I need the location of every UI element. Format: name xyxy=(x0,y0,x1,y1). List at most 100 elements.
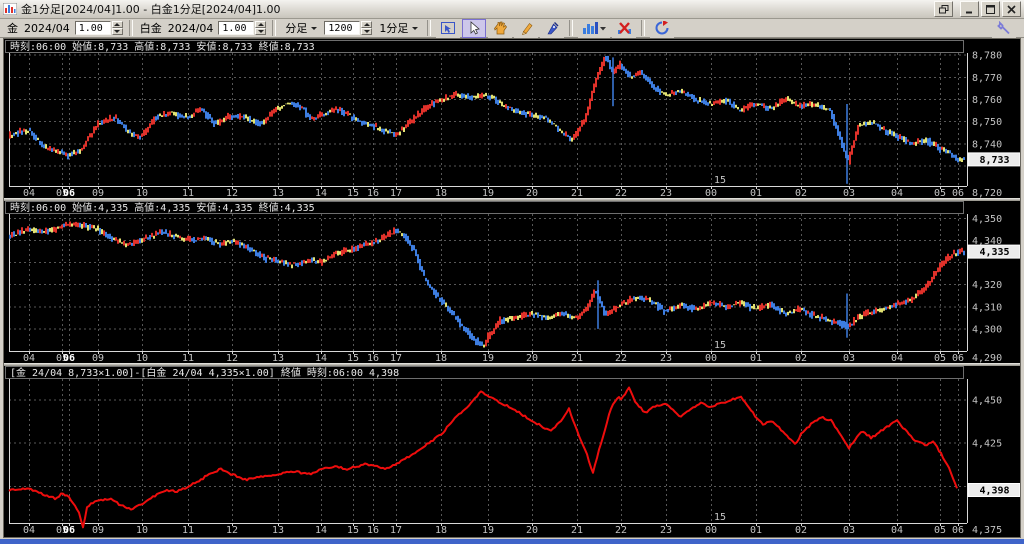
bar-count-up-button[interactable] xyxy=(361,21,372,28)
svg-text:11: 11 xyxy=(182,188,194,198)
svg-text:11: 11 xyxy=(182,353,194,363)
maximize-button[interactable] xyxy=(981,1,1000,17)
platinum-candlestick-chart[interactable]: 時刻:06:00 始値:4,335 高値:4,335 安値:4,335 終値:4… xyxy=(4,201,1020,363)
toolbar-separator xyxy=(129,20,133,36)
svg-text:18: 18 xyxy=(435,525,447,536)
svg-text:06: 06 xyxy=(63,525,75,536)
svg-text:05: 05 xyxy=(934,353,946,363)
svg-text:4,290: 4,290 xyxy=(972,353,1002,363)
svg-text:15: 15 xyxy=(347,353,359,363)
svg-text:04: 04 xyxy=(23,525,35,536)
chart-region: 時刻:06:00 始値:8,733 高値:8,733 安値:8,733 終値:8… xyxy=(3,38,1021,538)
svg-text:09: 09 xyxy=(92,353,104,363)
toolbar-separator xyxy=(641,20,645,36)
svg-text:17: 17 xyxy=(390,353,402,363)
svg-text:12: 12 xyxy=(226,188,238,198)
chevron-down-icon xyxy=(600,27,606,31)
svg-text:19: 19 xyxy=(482,188,494,198)
svg-text:15: 15 xyxy=(714,340,726,351)
gold-multiplier-value[interactable]: 1.00 xyxy=(75,21,111,35)
svg-text:14: 14 xyxy=(315,188,327,198)
maximize-icon xyxy=(986,5,995,14)
svg-text:20: 20 xyxy=(526,353,538,363)
svg-text:16: 16 xyxy=(367,525,379,536)
svg-text:22: 22 xyxy=(615,188,627,198)
title-bar[interactable]: 金1分足[2024/04]1.00 - 白金1分足[2024/04]1.00 xyxy=(0,0,1024,19)
period-dropdown[interactable]: 1分足 xyxy=(376,19,421,37)
gold-candlestick-chart[interactable]: 時刻:06:00 始値:8,733 高値:8,733 安値:8,733 終値:8… xyxy=(4,40,1020,198)
period-type-dropdown[interactable]: 分足 xyxy=(282,19,320,37)
settings-wrench-button[interactable] xyxy=(992,19,1016,38)
svg-text:00: 00 xyxy=(705,188,717,198)
chevron-down-icon xyxy=(311,27,317,30)
svg-text:12: 12 xyxy=(226,525,238,536)
bar-chart-icon xyxy=(582,21,606,35)
bar-count-down-button[interactable] xyxy=(361,28,372,35)
platinum-multiplier-up-button[interactable] xyxy=(255,21,266,28)
svg-text:03: 03 xyxy=(843,353,855,363)
svg-text:20: 20 xyxy=(526,525,538,536)
platinum-multiplier-down-button[interactable] xyxy=(255,28,266,35)
svg-text:20: 20 xyxy=(526,188,538,198)
svg-text:19: 19 xyxy=(482,525,494,536)
svg-text:11: 11 xyxy=(182,525,194,536)
pointer-icon xyxy=(467,21,481,35)
svg-text:05: 05 xyxy=(934,525,946,536)
svg-text:01: 01 xyxy=(750,525,762,536)
app-icon xyxy=(3,3,17,15)
refresh-button[interactable] xyxy=(650,19,674,38)
svg-text:04: 04 xyxy=(891,353,903,363)
platinum-multiplier-spinner: 1.00 xyxy=(218,21,266,35)
svg-text:8,720: 8,720 xyxy=(972,188,1002,198)
minimize-button[interactable] xyxy=(960,1,979,17)
popout-button[interactable] xyxy=(934,1,953,17)
svg-text:18: 18 xyxy=(435,188,447,198)
pointer-tool-button[interactable] xyxy=(462,19,486,38)
platinum-multiplier-value[interactable]: 1.00 xyxy=(218,21,254,35)
svg-text:12: 12 xyxy=(226,353,238,363)
pencil-tool-button[interactable] xyxy=(514,19,538,38)
svg-text:21: 21 xyxy=(571,525,583,536)
refresh-icon xyxy=(655,21,670,35)
svg-text:14: 14 xyxy=(315,353,327,363)
platinum-month: 2024/04 xyxy=(168,22,214,35)
toolbar: 金 2024/04 1.00 白金 2024/04 1.00 分足 1200 xyxy=(0,19,1024,38)
svg-text:10: 10 xyxy=(136,353,148,363)
svg-text:02: 02 xyxy=(795,525,807,536)
pen-tool-button[interactable] xyxy=(540,19,564,38)
hand-tool-button[interactable] xyxy=(488,19,512,38)
svg-text:06: 06 xyxy=(63,353,75,363)
svg-text:[金 24/04 8,733×1.00]-[白金 24/04: [金 24/04 8,733×1.00]-[白金 24/04 4,335×1.0… xyxy=(10,366,399,379)
svg-text:22: 22 xyxy=(615,525,627,536)
svg-text:04: 04 xyxy=(23,188,35,198)
svg-text:4,350: 4,350 xyxy=(972,214,1002,225)
svg-text:22: 22 xyxy=(615,353,627,363)
bar-count-value[interactable]: 1200 xyxy=(324,21,360,35)
spread-line-chart[interactable]: [金 24/04 8,733×1.00]-[白金 24/04 4,335×1.0… xyxy=(4,366,1020,537)
svg-text:16: 16 xyxy=(367,188,379,198)
svg-text:23: 23 xyxy=(660,353,672,363)
svg-text:8,770: 8,770 xyxy=(972,73,1002,84)
svg-text:10: 10 xyxy=(136,188,148,198)
gold-multiplier-down-button[interactable] xyxy=(112,28,123,35)
range-select-tool-button[interactable] xyxy=(436,19,460,38)
svg-text:4,310: 4,310 xyxy=(972,302,1002,313)
svg-text:8,760: 8,760 xyxy=(972,95,1002,106)
svg-text:4,425: 4,425 xyxy=(972,439,1002,450)
svg-text:23: 23 xyxy=(660,525,672,536)
delete-drawings-button[interactable] xyxy=(612,19,636,38)
toolbar-separator xyxy=(427,20,431,36)
svg-text:4,335: 4,335 xyxy=(979,247,1009,258)
svg-text:8,750: 8,750 xyxy=(972,117,1002,128)
chart-style-button[interactable] xyxy=(578,19,610,38)
gold-multiplier-up-button[interactable] xyxy=(112,21,123,28)
svg-text:04: 04 xyxy=(23,353,35,363)
close-button[interactable] xyxy=(1002,1,1021,17)
svg-text:06: 06 xyxy=(952,525,964,536)
svg-text:4,320: 4,320 xyxy=(972,280,1002,291)
platinum-label: 白金 xyxy=(140,20,162,36)
pencil-icon xyxy=(519,21,534,35)
gold-label: 金 xyxy=(7,20,18,36)
delete-x-icon xyxy=(617,21,632,35)
svg-text:時刻:06:00 始値:8,733 高値:8,733 安値:: 時刻:06:00 始値:8,733 高値:8,733 安値:8,733 終値:8… xyxy=(10,40,315,53)
